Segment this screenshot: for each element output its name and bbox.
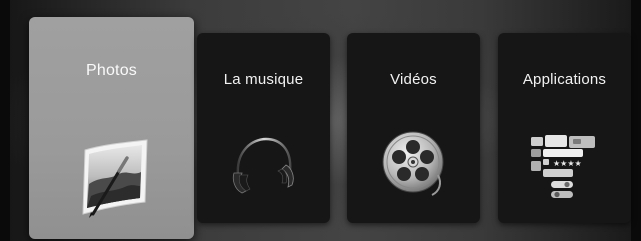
tile-applications[interactable]: Applications ★★★★ bbox=[498, 33, 631, 223]
tile-music[interactable]: La musique bbox=[197, 33, 330, 223]
tile-videos[interactable]: Vidéos bbox=[347, 33, 480, 223]
headphones-icon bbox=[232, 137, 294, 194]
film-reel-icon bbox=[382, 131, 444, 196]
tile-applications-label: Applications bbox=[522, 71, 607, 88]
tile-photos[interactable]: Photos bbox=[29, 17, 194, 239]
screen-edge-left bbox=[0, 0, 10, 241]
tile-photos-label: Photos bbox=[85, 62, 137, 79]
media-menu-screen: Photos La musique Vidéos Applications ★★… bbox=[0, 0, 641, 241]
apps-widgets-icon: ★★★★ bbox=[531, 135, 595, 198]
photos-icon bbox=[82, 139, 148, 218]
tile-music-label: La musique bbox=[223, 71, 304, 88]
svg-text:★★★★: ★★★★ bbox=[553, 159, 582, 168]
screen-edge-right bbox=[631, 0, 641, 241]
tile-videos-label: Vidéos bbox=[390, 71, 437, 88]
